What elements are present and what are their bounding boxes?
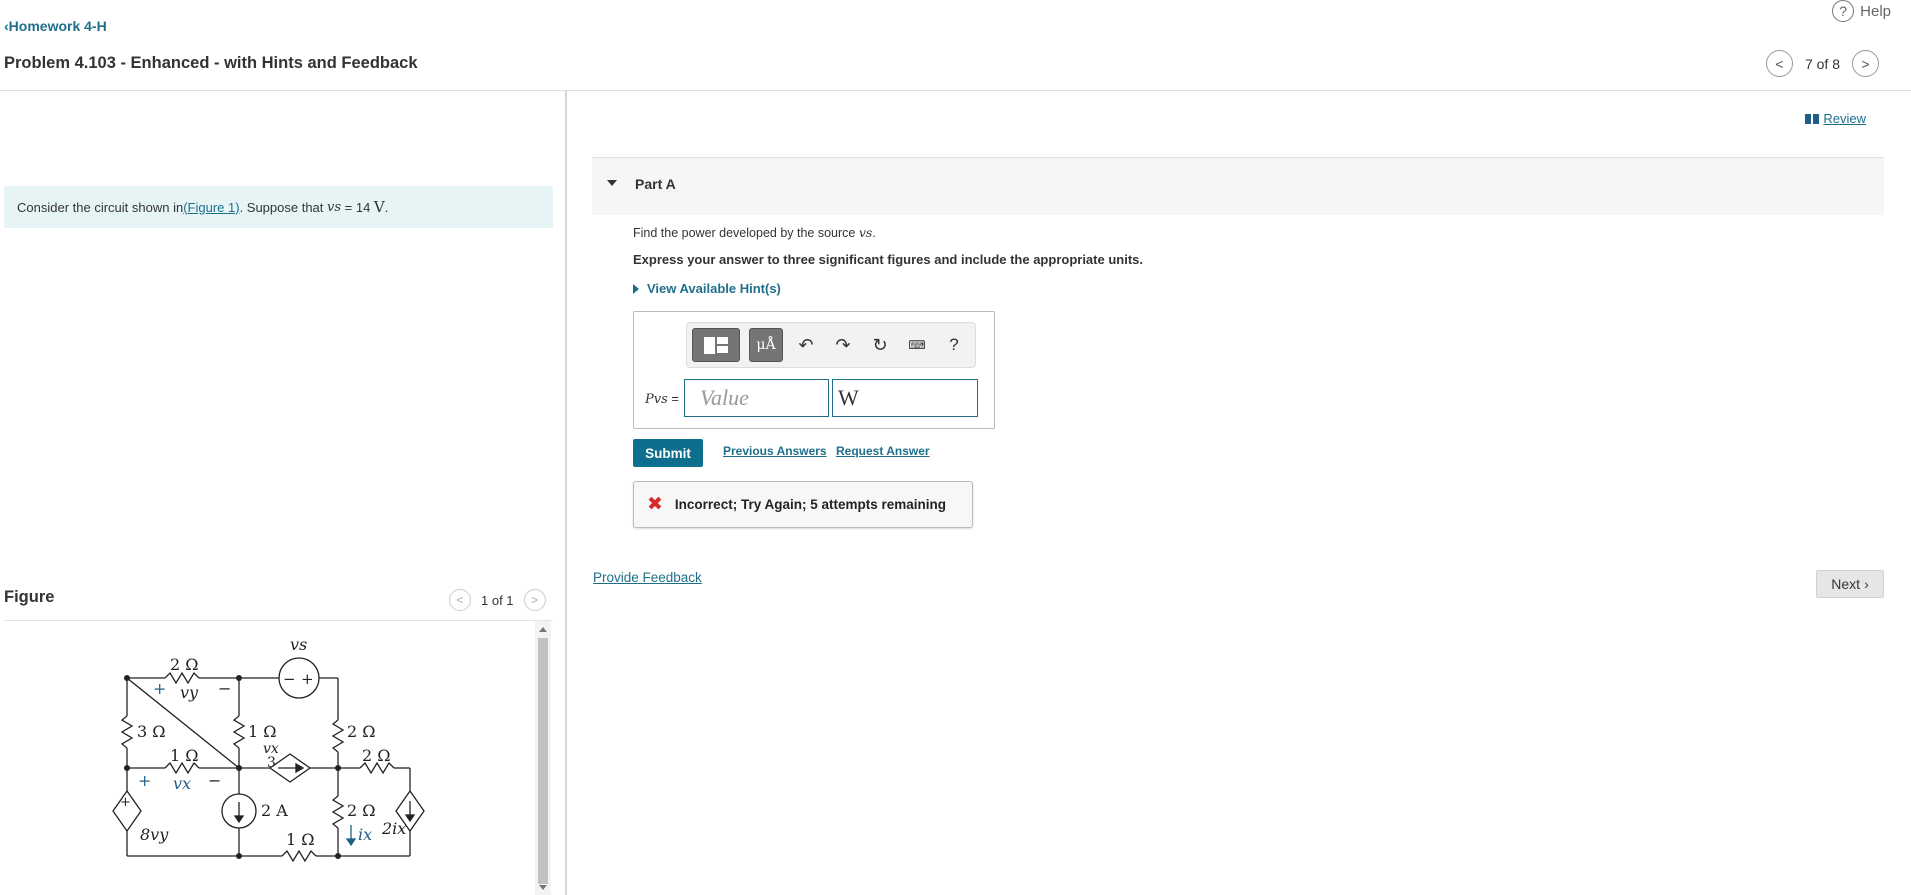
- label-r-right-top: 2 Ω: [347, 722, 376, 741]
- label-vy-minus: −: [218, 679, 231, 698]
- request-answer-link[interactable]: Request Answer: [836, 444, 930, 458]
- help-label: Help: [1860, 2, 1891, 20]
- problem-pager: < 7 of 8 >: [1765, 50, 1879, 77]
- label-ix: ix: [358, 825, 372, 844]
- label-r-mid: 1 Ω: [248, 722, 277, 741]
- chevron-right-icon: ›: [1864, 576, 1869, 592]
- label-vy: vy: [180, 683, 199, 702]
- toolbar-help-icon[interactable]: ?: [940, 331, 968, 359]
- incorrect-icon: ✖: [647, 494, 663, 515]
- feedback-text: Incorrect; Try Again; 5 attempts remaini…: [674, 497, 946, 512]
- reset-icon[interactable]: ↻: [866, 331, 894, 359]
- answer-box: μÅ ↶ ↷ ↻ ⌨ ? Pvs = Value W: [633, 311, 995, 429]
- next-figure-button[interactable]: >: [523, 589, 546, 611]
- answer-instructions: Express your answer to three significant…: [633, 252, 1143, 267]
- question-period: .: [872, 226, 876, 240]
- column-divider: [565, 91, 567, 895]
- view-hints-link[interactable]: View Available Hint(s): [633, 281, 781, 296]
- help-icon: ?: [1832, 0, 1855, 22]
- previous-answers-link[interactable]: Previous Answers: [723, 444, 827, 458]
- prompt-variable: vs: [327, 199, 342, 215]
- collapse-triangle-icon: [607, 180, 617, 186]
- keyboard-icon[interactable]: ⌨: [903, 331, 931, 359]
- expand-triangle-icon: [633, 283, 639, 294]
- label-vy-plus: +: [153, 679, 166, 698]
- figure-1-link[interactable]: (Figure 1): [183, 200, 239, 215]
- prompt-text-1: Consider the circuit shown in: [17, 199, 184, 215]
- question-text-1: Find the power developed by the source: [633, 226, 859, 240]
- header-divider: [0, 90, 1911, 91]
- prompt-equals: = 14: [341, 199, 374, 215]
- prompt-period: .: [384, 199, 389, 215]
- back-label: Homework 4-H: [8, 18, 107, 34]
- question-variable: vs: [858, 225, 873, 240]
- part-a-label: Part A: [635, 176, 676, 192]
- figure-pager: < 1 of 1 >: [449, 589, 546, 611]
- figure-heading: Figure: [4, 588, 55, 606]
- value-input[interactable]: Value: [684, 379, 829, 417]
- book-icon: [1805, 113, 1820, 124]
- redo-icon[interactable]: ↷: [829, 331, 857, 359]
- prompt-unit: V: [373, 198, 385, 216]
- next-label: Next: [1831, 576, 1861, 592]
- label-src-minus: −: [283, 670, 296, 688]
- units-button[interactable]: μÅ: [749, 328, 783, 362]
- template-icon: [704, 336, 715, 354]
- label-r-right-low: 2 Ω: [347, 801, 376, 820]
- previous-problem-button[interactable]: <: [1765, 50, 1793, 77]
- label-vx-plus: +: [138, 771, 151, 790]
- circuit-diagram: 2 Ω + vy − vs − + 3 Ω 1 Ω vx 3 2 Ω 1 Ω +…: [112, 636, 425, 863]
- problem-pager-text: 7 of 8: [1804, 55, 1840, 72]
- problem-statement: Consider the circuit shown in (Figure 1)…: [4, 186, 553, 228]
- scroll-down-icon[interactable]: [539, 885, 547, 890]
- template-icon-top: [717, 337, 728, 344]
- label-src-plus: +: [301, 670, 314, 688]
- question-text: Find the power developed by the source v…: [633, 225, 876, 240]
- page-title: Problem 4.103 - Enhanced - with Hints an…: [4, 54, 418, 72]
- label-three: 3: [267, 755, 276, 771]
- template-icon-bottom: [717, 346, 728, 353]
- answer-label: Pvs =: [645, 391, 679, 407]
- back-to-assignment-link[interactable]: ‹Homework 4-H: [4, 18, 107, 34]
- figure-divider: [4, 620, 553, 621]
- help-link[interactable]: ? Help: [1832, 0, 1891, 22]
- templates-button[interactable]: [692, 328, 740, 362]
- feedback-message: ✖ Incorrect; Try Again; 5 attempts remai…: [633, 481, 973, 528]
- label-vs: vs: [290, 636, 307, 654]
- view-hints-label: View Available Hint(s): [647, 281, 781, 296]
- undo-icon[interactable]: ↶: [792, 331, 820, 359]
- label-dep-plus: +: [120, 795, 131, 810]
- review-link[interactable]: Review: [1805, 111, 1866, 126]
- figure-scrollbar[interactable]: [535, 621, 551, 895]
- unit-input[interactable]: W: [832, 379, 978, 417]
- label-vx-minus: −: [208, 771, 221, 790]
- label-r-top: 2 Ω: [170, 655, 199, 674]
- label-r-left: 3 Ω: [137, 722, 166, 741]
- figure-pager-text: 1 of 1: [481, 592, 514, 608]
- next-button[interactable]: Next ›: [1816, 570, 1884, 598]
- label-8vy: 8vy: [140, 825, 169, 844]
- label-2ix: 2ix: [381, 819, 406, 838]
- template-icon-stack: [717, 337, 728, 353]
- answer-equals: =: [667, 391, 679, 406]
- label-r-bottom: 1 Ω: [286, 830, 315, 849]
- scroll-thumb[interactable]: [538, 638, 548, 884]
- part-a-header[interactable]: Part A: [592, 157, 1884, 215]
- label-cur-src: 2 A: [261, 801, 288, 820]
- label-r-right-mid: 2 Ω: [362, 746, 391, 765]
- scroll-up-icon[interactable]: [539, 627, 547, 632]
- provide-feedback-link[interactable]: Provide Feedback: [593, 570, 702, 585]
- next-problem-button[interactable]: >: [1852, 50, 1879, 77]
- label-r-low: 1 Ω: [170, 746, 199, 765]
- previous-figure-button[interactable]: <: [449, 589, 471, 611]
- math-toolbar: μÅ ↶ ↷ ↻ ⌨ ?: [686, 322, 976, 368]
- answer-variable: Pvs: [645, 392, 668, 407]
- review-label: Review: [1823, 111, 1866, 126]
- prompt-text-2: . Suppose that: [239, 199, 328, 215]
- submit-button[interactable]: Submit: [633, 439, 703, 467]
- label-vx: vx: [173, 774, 191, 793]
